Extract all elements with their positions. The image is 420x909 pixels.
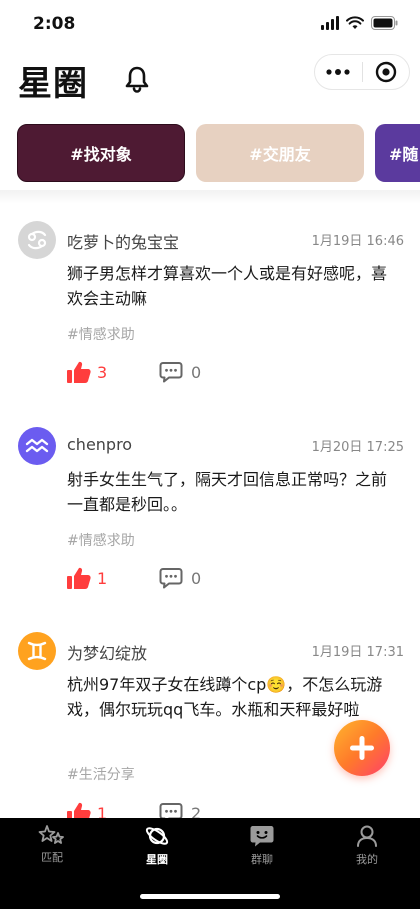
tab-group-chat[interactable]: 群聊: [232, 824, 292, 867]
tab-match[interactable]: 匹配: [22, 824, 82, 865]
status-time: 2:08: [33, 14, 76, 34]
tab-star-circle[interactable]: 星圈: [127, 824, 187, 867]
bottom-tab-bar: 匹配 星圈 群聊 我的: [0, 818, 420, 909]
chat-face-icon: [250, 826, 274, 847]
comment-button[interactable]: 2: [159, 802, 201, 818]
avatar[interactable]: [18, 221, 56, 259]
post-actions: 1 2: [67, 802, 267, 818]
target-circle-icon: [375, 61, 396, 83]
more-dots-icon: [326, 69, 350, 75]
person-icon: [357, 825, 377, 847]
like-button[interactable]: 1: [67, 567, 107, 589]
post-tag[interactable]: #生活分享: [67, 764, 135, 784]
thumbs-up-icon: [67, 361, 91, 383]
username[interactable]: 吃萝卜的兔宝宝: [67, 229, 179, 253]
comment-button[interactable]: 0: [159, 361, 201, 383]
tab-label: 匹配: [41, 851, 63, 864]
aquarius-zodiac-icon: [25, 438, 49, 453]
home-indicator: [140, 894, 280, 899]
chip-random[interactable]: #随: [375, 124, 420, 182]
username[interactable]: chenpro: [67, 435, 132, 454]
chip-make-friends[interactable]: #交朋友: [196, 124, 364, 182]
miniprogram-capsule: [314, 54, 410, 90]
planet-icon: [145, 827, 169, 845]
comment-button[interactable]: 0: [159, 567, 201, 589]
comment-count: 0: [191, 568, 202, 588]
thumbs-up-icon: [67, 802, 91, 818]
post-actions: 3 0: [67, 361, 267, 387]
comment-count: 0: [191, 362, 202, 382]
tab-label: 群聊: [251, 853, 273, 866]
avatar[interactable]: [18, 427, 56, 465]
tab-label: 我的: [356, 853, 378, 866]
post-content: 狮子男怎样才算喜欢一个人或是有好感呢，喜欢会主动嘛: [67, 264, 388, 308]
comment-count: 2: [191, 803, 202, 819]
post-tag[interactable]: #情感求助: [67, 324, 135, 344]
post-time: 1月20日 17:25: [311, 440, 404, 455]
tab-label: 星圈: [146, 853, 168, 866]
cellular-signal-icon: [321, 16, 339, 30]
like-button[interactable]: 1: [67, 802, 107, 818]
wifi-icon: [346, 16, 364, 29]
more-options-button[interactable]: [315, 55, 362, 89]
like-button[interactable]: 3: [67, 361, 107, 383]
topic-chips: #找对象 #交朋友 #随: [0, 124, 420, 182]
status-bar: 2:08: [0, 0, 420, 50]
status-icons: [321, 16, 398, 30]
post-time: 1月19日 16:46: [311, 234, 404, 249]
chips-divider: [0, 190, 420, 204]
post-time: 1月19日 17:31: [311, 645, 404, 660]
plus-icon: [350, 736, 374, 760]
bell-icon[interactable]: [122, 64, 152, 94]
like-count: 3: [97, 362, 108, 382]
post-actions: 1 0: [67, 567, 267, 593]
username[interactable]: 为梦幻绽放: [67, 640, 147, 664]
gemini-zodiac-icon: [27, 641, 47, 661]
tab-mine[interactable]: 我的: [337, 824, 397, 867]
close-miniprogram-button[interactable]: [363, 55, 410, 89]
post-content: 射手女生生气了，隔天才回信息正常吗？之前一直都是秒回。。: [67, 470, 388, 514]
thumbs-up-icon: [67, 567, 91, 589]
post-tag[interactable]: #情感求助: [67, 530, 135, 550]
post-card[interactable]: 吃萝卜的兔宝宝 1月19日 16:46 狮子男怎样才算喜欢一个人或是有好感呢，喜…: [0, 221, 420, 401]
page-title: 星圈: [18, 64, 88, 104]
comment-bubble-icon: [159, 568, 183, 589]
cancer-zodiac-icon: [27, 230, 47, 250]
post-card[interactable]: chenpro 1月20日 17:25 射手女生生气了，隔天才回信息正常吗？之前…: [0, 427, 420, 607]
comment-bubble-icon: [159, 362, 183, 383]
battery-icon: [371, 16, 398, 30]
chip-find-partner[interactable]: #找对象: [17, 124, 185, 182]
stars-icon: [38, 825, 64, 844]
create-post-button[interactable]: [334, 720, 390, 776]
avatar[interactable]: [18, 632, 56, 670]
comment-bubble-icon: [159, 803, 183, 818]
like-count: 1: [97, 803, 108, 819]
like-count: 1: [97, 568, 108, 588]
header: 星圈: [0, 50, 420, 110]
post-content: 杭州97年双子女在线蹲个cp☺️，不怎么玩游戏，偶尔玩玩qq飞车。水瓶和天秤最好…: [67, 675, 383, 719]
